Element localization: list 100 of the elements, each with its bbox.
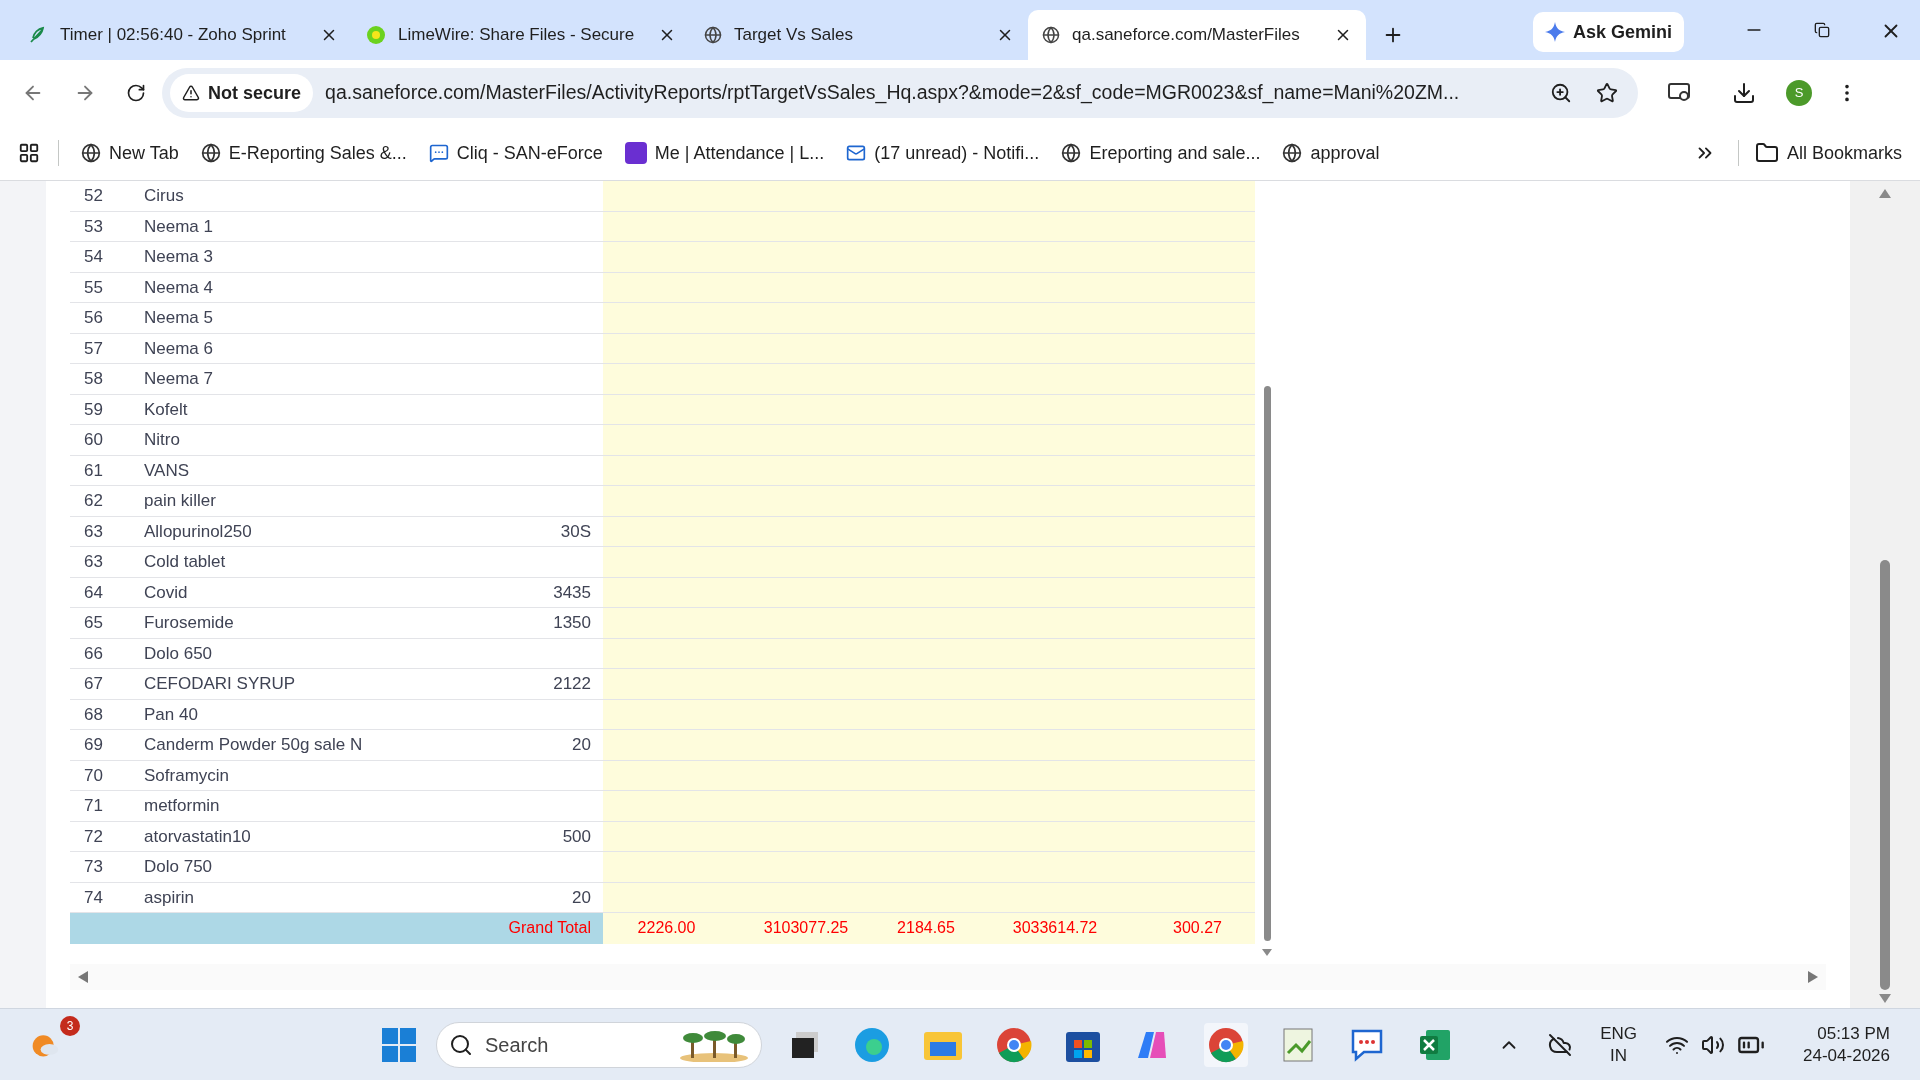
bookmark-item[interactable]: Cliq - SAN-eForce [428,139,603,167]
tab-title: LimeWire: Share Files - Secure [398,24,636,47]
product-name: pain killer [144,490,217,512]
search-field[interactable]: Search [436,1021,762,1068]
star-icon[interactable] [1596,82,1618,104]
chat-icon [428,143,449,163]
product-name: Neema 6 [144,337,214,360]
globe-icon [1042,26,1060,44]
row-number: 71 [83,795,104,817]
row-number: 52 [83,185,104,207]
language-indicator[interactable]: ENG IN [1600,1022,1638,1067]
row-number: 55 [83,276,104,299]
region-label: IN [1610,1044,1628,1067]
product-name: Neema 1 [144,215,214,238]
app-logo-icon [624,142,647,164]
folder-icon [1754,141,1779,165]
horizontal-scrollbar[interactable] [70,964,1826,990]
sparkle-icon [1544,22,1565,42]
product-name: Soframycin [144,764,231,787]
product-name: Neema 4 [144,276,214,299]
globe-icon [1061,143,1082,163]
grand-total-label: Grand Total [70,913,603,944]
bookmark-item[interactable]: approval [1282,139,1380,167]
chat-icon[interactable] [1350,1027,1384,1062]
row-number: 60 [83,429,104,451]
total-cell: 300.27 [1140,913,1255,944]
all-bookmarks-button[interactable]: All Bookmarks [1754,139,1902,167]
row-number: 70 [83,764,104,787]
bookmark-item[interactable]: Ereporting and sale... [1061,139,1261,167]
clock[interactable]: 05:13 PM 24-04-2026 [1803,1022,1890,1067]
total-cell: 3103077.25 [730,913,882,944]
task-view-icon[interactable] [790,1029,820,1060]
table-cell-text: 3435 [552,581,592,604]
row-number: 58 [83,368,104,390]
product-name: Neema 5 [144,307,214,329]
scroll-right-icon[interactable] [1808,971,1818,983]
security-label: Not secure [208,81,302,105]
table-cell-text: 1350 [552,612,592,634]
bookmark-item[interactable]: (17 unread) - Notifi... [846,139,1040,167]
scroll-down-icon[interactable] [1879,994,1891,1003]
profile-avatar[interactable]: S [1786,80,1812,106]
cloud-off-icon[interactable] [1548,1032,1573,1057]
security-chip[interactable]: Not secure [170,74,314,112]
row-number: 65 [83,612,104,634]
chrome-icon[interactable] [996,1026,1032,1063]
bookmark-item[interactable]: New Tab [81,139,179,167]
product-name: Canderm Powder 50g sale N [144,734,364,756]
address-bar[interactable]: Not secure qa.saneforce.com/MasterFiles/ActivityReports/rptTargetVsSales_Hq.aspx?&mode=2&sf_code=MGR0023&sf_name=Mani%20ZM... [162,68,1638,118]
tab-title: Target Vs Sales [734,24,855,47]
warning-icon [182,84,200,102]
product-name: aspirin [144,886,196,909]
gemini-button[interactable]: Ask Gemini [1532,12,1684,52]
apps-icon[interactable] [18,142,40,164]
row-number: 73 [83,856,104,878]
browser-tab[interactable]: Target Vs Sales [690,10,1028,60]
product-name: VANS [144,459,191,482]
product-name: Dolo 650 [144,642,214,665]
product-name: atorvastatin10 [144,825,252,848]
table-cell-text: 20 [571,734,592,756]
search-placeholder: Search [485,1032,550,1058]
browser-tab[interactable]: LimeWire: Share Files - Secure [352,10,690,60]
table-cell-text: 500 [561,825,592,848]
reload-icon[interactable] [126,83,146,103]
zoom-icon[interactable] [1550,82,1572,104]
browser-tab[interactable]: Timer | 02:56:40 - Zoho Sprint [14,10,352,60]
browser-tab[interactable]: qa.saneforce.com/MasterFiles [1028,10,1366,60]
time-label: 05:13 PM [1817,1022,1890,1045]
row-number: 63 [83,520,104,543]
page-scrollbar-thumb[interactable] [1880,560,1890,990]
tab-title: qa.saneforce.com/MasterFiles [1072,24,1301,47]
notepad-icon[interactable] [1282,1026,1316,1063]
chrome-icon[interactable] [1208,1026,1244,1063]
product-name: Pan 40 [144,703,199,726]
product-name: Neema 7 [144,368,214,390]
row-number: 64 [83,581,104,604]
row-number: 59 [83,398,104,421]
restore-icon[interactable] [1814,22,1830,38]
search-icon [449,1032,473,1057]
table-cell-text: 30S [559,520,592,543]
mail-icon [846,143,867,163]
product-name: Dolo 750 [144,856,214,878]
row-number: 69 [83,734,104,756]
product-name: metformin [144,795,221,817]
scroll-left-icon[interactable] [78,971,88,983]
bookmark-item[interactable]: Me | Attendance | L... [624,139,825,167]
row-number: 68 [83,703,104,726]
product-name: Allopurinol250 [144,520,253,543]
scrollbar-thumb[interactable] [1263,386,1271,941]
bookmark-item[interactable]: E-Reporting Sales &... [200,139,407,167]
scroll-up-icon[interactable] [1879,189,1891,198]
row-number: 67 [83,673,104,695]
row-number: 66 [83,642,104,665]
product-name: Cold tablet [144,551,227,573]
download-icon[interactable] [1732,81,1756,105]
screen-search-icon[interactable] [1668,82,1692,104]
globe-icon [200,143,221,163]
globe-icon [704,26,722,44]
row-number: 61 [83,459,104,482]
windows-icon[interactable] [382,1027,416,1062]
scroll-down-icon[interactable] [1262,949,1272,957]
